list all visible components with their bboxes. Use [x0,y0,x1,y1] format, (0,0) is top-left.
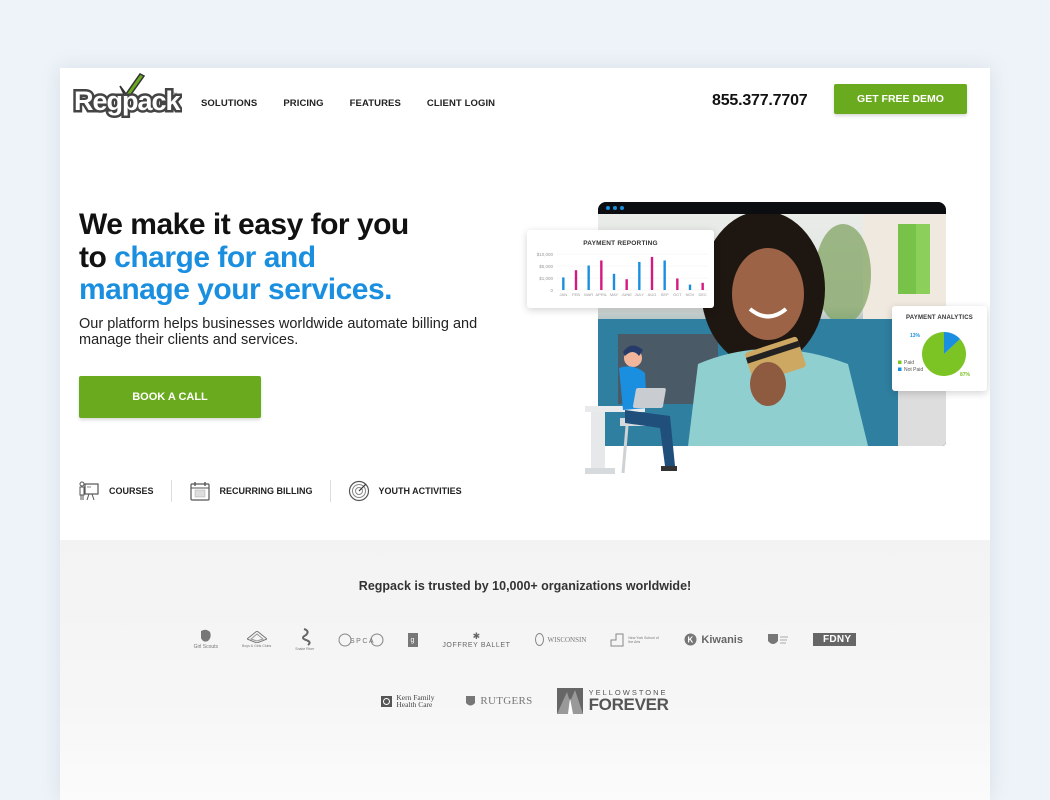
feature-recurring-billing-label: RECURRING BILLING [219,486,313,496]
main-nav: SOLUTIONS PRICING FEATURES CLIENT LOGIN [201,98,521,109]
divider [329,480,331,502]
svg-text:™: ™ [172,92,177,98]
get-free-demo-button[interactable]: GET FREE DEMO [834,84,967,114]
hero-illustration: PAYMENT REPORTING $10,000 $5,000 $1,000 0 JA… [525,198,990,483]
svg-text:SPCA: SPCA [350,638,375,645]
x-tick-label: JAN [560,292,568,297]
x-tick-label: APRIL [596,292,608,297]
bar-aug [650,256,654,290]
trusted-section: Regpack is trusted by 10,000+ organizati… [60,540,990,800]
logo-kiwanis: K Kiwanis [684,633,743,646]
x-tick-label: AUG [648,292,657,297]
bar-june [625,279,628,290]
presentation-icon [79,481,99,501]
x-tick-label: MAR [584,292,593,297]
hero-headline: We make it easy for you to charge for an… [79,208,409,307]
target-icon [348,480,369,502]
legend-label: Paid [904,360,914,366]
payment-analytics-card: PAYMENT ANALYTICS 13% 87% Paid Not Paid [892,306,987,391]
partner-logos-row-2: Kern Family Health Care RUTGERS YELLOWST… [60,688,990,714]
paid-percent-label: 87% [960,372,971,378]
payment-analytics-pie: 13% 87% PaidNot Paid [898,332,971,378]
headline-line2-dark: to [79,240,115,274]
x-tick-label: FEB [572,292,580,297]
logo-ny-school-arts: New York School of the Arts [610,633,660,647]
page: Regpack ™ SOLUTIONS PRICING FEATURES CLI… [60,68,990,800]
nav-pricing[interactable]: PRICING [283,98,323,109]
window-dots [606,206,624,210]
feature-courses[interactable]: COURSES [78,480,154,502]
logo-east-bay-spca: SPCA [338,631,384,649]
bar-jan [562,277,565,290]
bar-oct [676,278,679,290]
divider [170,480,172,502]
nav-client-login[interactable]: CLIENT LOGIN [427,98,495,109]
bar-dec [701,282,704,290]
bar-feb [574,270,578,290]
x-tick-label: MAY [610,292,619,297]
headline-line1: We make it easy for you [79,208,409,241]
legend-swatch [898,360,902,364]
monitor-top-bar [598,202,946,214]
payment-reporting-title: PAYMENT REPORTING [583,240,658,247]
trusted-title: Regpack is trusted by 10,000+ organizati… [358,579,692,593]
svg-text:g: g [411,637,415,644]
headline-line3-blue: manage your services. [79,273,393,306]
bar-nov [688,284,692,290]
logo-joffrey-ballet: ✱ JOFFREY BALLET [442,630,511,649]
headline-line2-blue: charge for and [114,240,316,274]
logo-fdny: FDNY [812,633,857,646]
logo-wisconsin: WISCONSIN [534,633,586,646]
logo-girl-scouts: Girl Scouts [194,629,218,650]
logo-boys-girls-clubs: Boys & Girls Clubs [242,631,271,648]
logo-yellowstone-forever: YELLOWSTONE FOREVER [556,688,669,714]
feature-youth-activities-label: YOUTH ACTIVITIES [378,486,462,496]
payment-analytics-title: PAYMENT ANALYTICS [906,315,973,321]
payment-reporting-chart: $10,000 $5,000 $1,000 0 JAN FEB MAR APRIL MAY JUN… [537,252,709,297]
x-tick-label: NOV [686,292,695,297]
feature-recurring-billing[interactable]: RECURRING BILLING [189,480,313,502]
phone-number[interactable]: 855.377.7707 [712,92,808,110]
nav-solutions[interactable]: SOLUTIONS [201,98,257,109]
nav-features[interactable]: FEATURES [350,98,401,109]
svg-text:K: K [688,636,694,645]
logo-salvation-army [767,633,789,647]
legend-label: Not Paid [904,367,923,373]
hero-subtext: Our platform helps businesses worldwide … [79,316,478,348]
feature-youth-activities[interactable]: YOUTH ACTIVITIES [348,480,462,502]
logo-goodwill: g [408,632,419,647]
x-tick-label: DEC [698,292,707,297]
svg-text:Regpack: Regpack [74,86,182,116]
not-paid-percent-label: 13% [910,333,921,339]
y-tick-label: $5,000 [539,264,553,269]
y-tick-label: $10,000 [537,252,554,257]
person-at-laptop-illustration [585,345,677,474]
x-tick-label: SEP [661,292,669,297]
logo-rutgers: RUTGERS [465,695,532,708]
bar-april [600,260,603,290]
y-tick-label: 0 [550,288,553,293]
partner-logos-row-1: Girl Scouts Boys & Girls Clubs Snake Riv… [60,628,990,651]
logo-snake-river: Snake River [295,628,314,651]
payment-reporting-card: PAYMENT REPORTING $10,000 $5,000 $1,000 0 JA… [527,230,714,308]
bar-may [612,273,616,290]
logo-kern-family-health: Kern Family Health Care [381,694,441,708]
legend-swatch [898,367,902,371]
calendar-icon [189,482,210,501]
bar-july [638,261,641,290]
feature-links: COURSES RECURRING BILLING YOUTH ACTIVITI… [78,480,462,502]
y-tick-label: $1,000 [539,276,553,281]
x-tick-label: JULY [635,292,645,297]
x-tick-label: OCT [673,292,682,297]
bar-mar [587,265,590,290]
x-tick-label: JUNE [621,292,632,297]
book-a-call-button[interactable]: BOOK A CALL [79,376,261,418]
regpack-logo[interactable]: Regpack ™ [72,72,185,119]
feature-courses-label: COURSES [109,486,154,496]
bar-sep [663,260,666,290]
